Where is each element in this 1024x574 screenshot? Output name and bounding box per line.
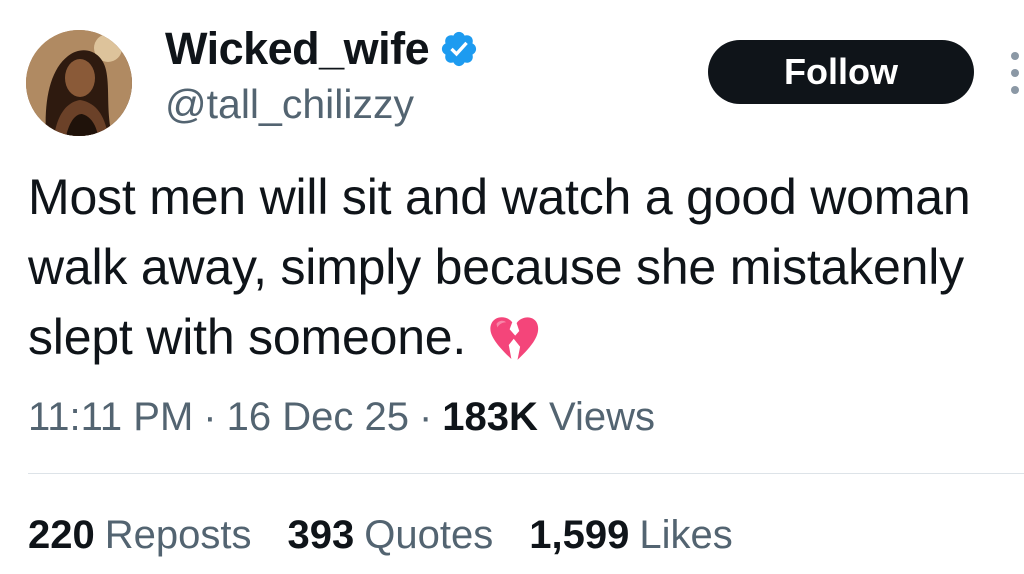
engagement-stats: 220 Reposts 393 Quotes 1,599 Likes bbox=[28, 510, 733, 560]
quotes-label: Quotes bbox=[364, 513, 494, 557]
reposts-label: Reposts bbox=[104, 513, 252, 557]
meta-separator: · bbox=[418, 395, 433, 439]
dot bbox=[1011, 52, 1019, 60]
views-label: Views bbox=[549, 395, 656, 439]
meta-separator: · bbox=[203, 395, 217, 439]
dot bbox=[1011, 86, 1019, 94]
likes-label: Likes bbox=[639, 513, 733, 557]
dot bbox=[1011, 69, 1019, 77]
follow-button[interactable]: Follow bbox=[708, 40, 974, 104]
likes-count: 1,599 bbox=[529, 513, 630, 557]
profile-photo-icon bbox=[26, 30, 132, 136]
author-handle[interactable]: @tall_chilizzy bbox=[165, 84, 414, 125]
likes-stat[interactable]: 1,599 Likes bbox=[529, 510, 733, 560]
views-count: 183K bbox=[442, 395, 538, 439]
divider bbox=[28, 473, 1024, 474]
author-name-row: Wicked_wife bbox=[165, 26, 479, 71]
tweet-time[interactable]: 11:11 PM bbox=[28, 395, 193, 439]
reposts-count: 220 bbox=[28, 513, 95, 557]
broken-heart-icon bbox=[490, 317, 538, 360]
tweet-text-container: Most men will sit and watch a good woman… bbox=[28, 162, 1008, 372]
tweet-meta: 11:11 PM · 16 Dec 25 · 183K Views bbox=[28, 392, 655, 442]
quotes-stat[interactable]: 393 Quotes bbox=[288, 510, 494, 560]
avatar[interactable] bbox=[26, 30, 132, 136]
quotes-count: 393 bbox=[287, 513, 355, 557]
tweet-date[interactable]: 16 Dec 25 bbox=[227, 395, 409, 439]
vertical-ellipsis-icon[interactable] bbox=[1006, 52, 1024, 94]
reposts-stat[interactable]: 220 Reposts bbox=[28, 510, 252, 560]
tweet-card: Wicked_wife @tall_chilizzy Follow Most m… bbox=[0, 0, 1024, 574]
display-name[interactable]: Wicked_wife bbox=[165, 26, 430, 71]
verified-badge-icon[interactable] bbox=[439, 29, 479, 69]
